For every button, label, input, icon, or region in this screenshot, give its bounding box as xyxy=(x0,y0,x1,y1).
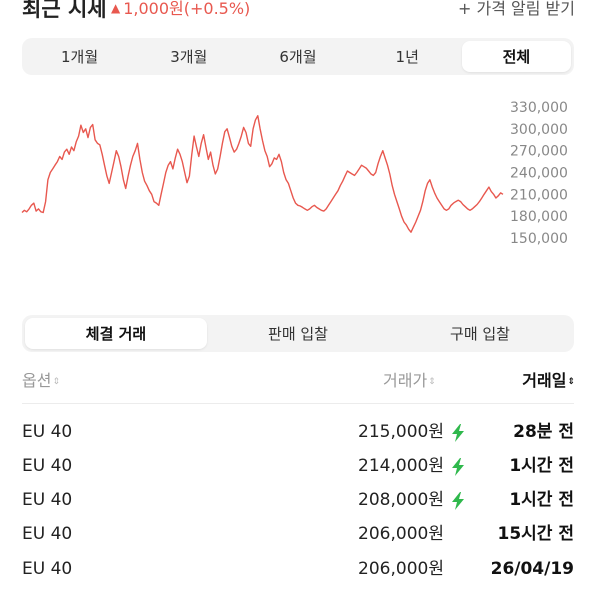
row-option: EU 40 xyxy=(22,422,73,442)
period-tab-1m[interactable]: 1개월 xyxy=(25,41,134,72)
table-row: EU 40 215,000원 28분 전 xyxy=(22,415,574,449)
row-price: 206,000원 xyxy=(358,559,444,579)
y-tick-label: 150,000 xyxy=(510,231,568,247)
price-change: ▲ 1,000원(+0.5%) xyxy=(111,0,250,19)
column-header-price[interactable]: 거래가⇕ xyxy=(383,367,436,391)
period-tab-3m[interactable]: 3개월 xyxy=(134,41,243,72)
table-row: EU 40 206,000원 15시간 전 xyxy=(22,517,574,551)
y-tick-label: 210,000 xyxy=(510,187,568,203)
y-tick-label: 300,000 xyxy=(510,122,568,138)
column-header-date[interactable]: 거래일⇕ xyxy=(522,367,575,391)
y-tick-label: 240,000 xyxy=(510,166,568,182)
price-alert-button[interactable]: + 가격 알림 받기 xyxy=(458,0,575,19)
column-header-date-label: 거래일 xyxy=(522,371,567,390)
sort-icon: ⇕ xyxy=(428,377,436,387)
row-date: 1시간 전 xyxy=(509,456,574,476)
table-row: EU 40 208,000원 1시간 전 xyxy=(22,483,574,517)
sort-icon: ⇕ xyxy=(52,377,60,387)
row-price: 214,000원 xyxy=(358,456,444,476)
row-date: 28분 전 xyxy=(513,422,574,442)
period-tab-1y[interactable]: 1년 xyxy=(353,41,462,72)
header-divider xyxy=(22,403,574,404)
tab-buy-bids[interactable]: 구매 입찰 xyxy=(389,318,571,349)
y-tick-label: 330,000 xyxy=(510,100,568,116)
price-change-text: 1,000원(+0.5%) xyxy=(123,0,251,18)
tab-completed-trades[interactable]: 체결 거래 xyxy=(25,318,207,349)
row-option: EU 40 xyxy=(22,456,73,476)
row-option: EU 40 xyxy=(22,559,73,579)
row-date: 26/04/19 xyxy=(490,559,574,579)
row-option: EU 40 xyxy=(22,490,73,510)
y-tick-label: 270,000 xyxy=(510,144,568,160)
period-selector: 1개월 3개월 6개월 1년 전체 xyxy=(22,38,574,75)
column-header-price-label: 거래가 xyxy=(383,371,428,390)
y-tick-label: 180,000 xyxy=(510,209,568,225)
period-tab-6m[interactable]: 6개월 xyxy=(243,41,352,72)
row-price: 215,000원 xyxy=(358,422,444,442)
section-title: 최근 시세 xyxy=(22,0,107,21)
column-header-option[interactable]: 옵션⇕ xyxy=(22,367,60,391)
table-row: EU 40 206,000원 26/04/19 xyxy=(22,552,574,586)
row-price: 206,000원 xyxy=(358,524,444,544)
column-header-option-label: 옵션 xyxy=(22,371,52,390)
sort-icon: ⇕ xyxy=(567,377,575,387)
triangle-up-icon: ▲ xyxy=(111,1,121,15)
price-line xyxy=(21,115,504,233)
tab-sell-bids[interactable]: 판매 입찰 xyxy=(207,318,389,349)
table-row: EU 40 214,000원 1시간 전 xyxy=(22,449,574,483)
period-tab-all[interactable]: 전체 xyxy=(461,41,572,72)
lightning-bolt-icon xyxy=(452,424,464,442)
lightning-bolt-icon xyxy=(452,492,464,510)
row-price: 208,000원 xyxy=(358,490,444,510)
row-date: 15시간 전 xyxy=(497,524,575,544)
price-chart: 330,000 300,000 270,000 240,000 210,000 180,0… xyxy=(21,100,568,247)
row-option: EU 40 xyxy=(22,524,73,544)
trade-tabs: 체결 거래 판매 입찰 구매 입찰 xyxy=(22,315,574,352)
lightning-bolt-icon xyxy=(452,458,464,476)
y-axis-ticks: 330,000 300,000 270,000 240,000 210,000 180,0… xyxy=(510,100,568,247)
row-date: 1시간 전 xyxy=(509,490,574,510)
